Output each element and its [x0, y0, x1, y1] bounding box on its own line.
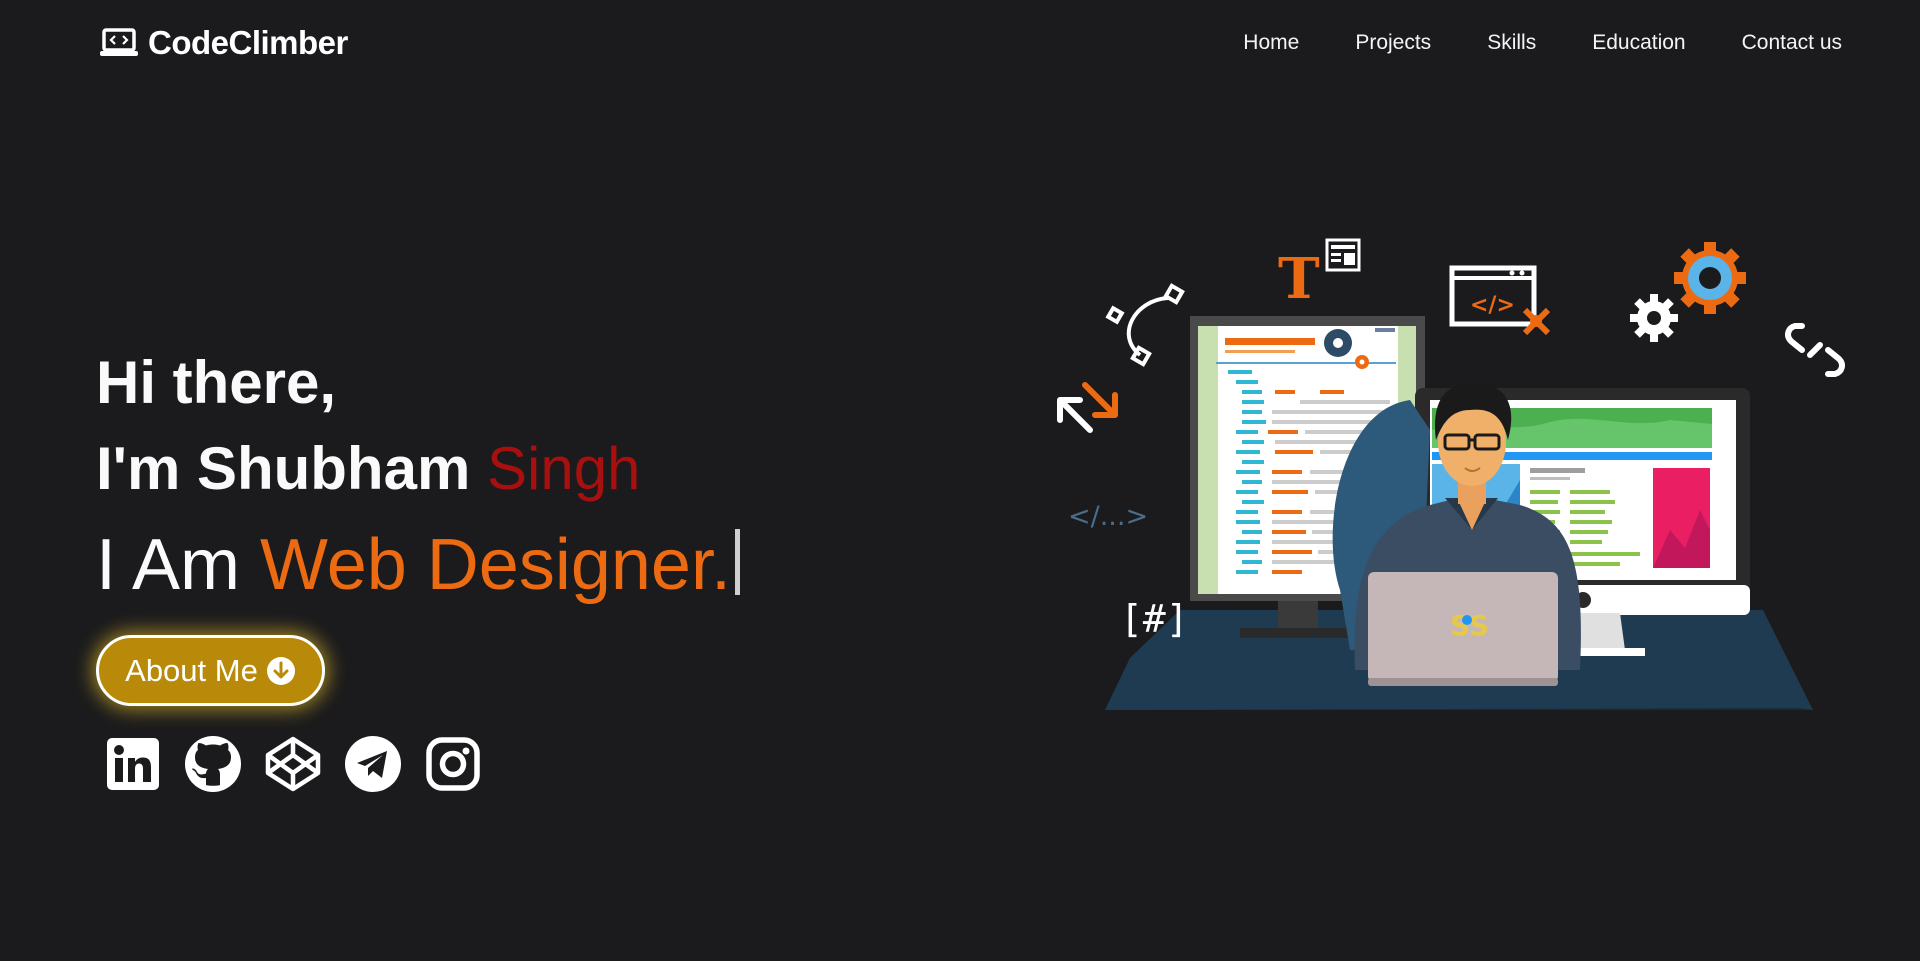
hero-greeting: Hi there, — [96, 349, 337, 416]
github-icon[interactable] — [184, 735, 242, 793]
laptop: SS — [1368, 572, 1558, 686]
nav-education[interactable]: Education — [1592, 31, 1685, 55]
hero-role-word: Web Designer. — [260, 525, 731, 605]
arrows-icon — [1057, 382, 1118, 433]
nav-contact[interactable]: Contact us — [1742, 31, 1842, 55]
bezier-curve-icon — [1105, 283, 1185, 367]
hero-intro-accent: Singh — [486, 435, 641, 502]
about-me-button[interactable]: About Me — [96, 635, 325, 706]
instagram-icon[interactable] — [424, 735, 482, 793]
code-window-icon: </> — [1449, 265, 1551, 336]
navbar: CodeClimber Home Projects Skills Educati… — [0, 0, 1920, 86]
link-icon — [1785, 323, 1845, 377]
codepen-icon[interactable] — [264, 735, 322, 793]
svg-text:T: T — [1278, 246, 1320, 312]
hero-role: I Am Web Designer. — [96, 516, 740, 614]
about-me-label: About Me — [125, 652, 258, 688]
hash-tag-text: [#] — [1120, 597, 1189, 641]
laptop-code-icon — [100, 28, 138, 56]
hero-intro: I'm Shubham Singh — [96, 426, 740, 512]
brand-logo[interactable]: CodeClimber — [100, 24, 348, 62]
brand-name: CodeClimber — [148, 24, 348, 61]
code-tag-text: </...> — [1068, 501, 1148, 532]
svg-text:</>: </> — [1470, 293, 1515, 318]
laptop-logo: SS — [1450, 609, 1489, 642]
hero-role-prefix: I Am — [96, 525, 261, 605]
arrow-down-circle-icon — [266, 656, 295, 685]
hero-text: Hi there, I'm Shubham Singh I Am Web Des… — [96, 340, 740, 614]
page: CodeClimber Home Projects Skills Educati… — [0, 0, 1920, 961]
nav-home[interactable]: Home — [1243, 31, 1299, 55]
gears-icon — [1630, 242, 1746, 342]
telegram-icon[interactable] — [344, 735, 402, 793]
developer-illustration: SS T </> </...> [#] — [1057, 238, 1845, 710]
hero-intro-prefix: I'm Shubham — [96, 435, 487, 502]
nav-links: Home Projects Skills Education Contact u… — [1243, 31, 1842, 55]
social-links — [104, 735, 482, 793]
typing-caret — [734, 529, 740, 595]
linkedin-icon[interactable] — [104, 735, 162, 793]
nav-projects[interactable]: Projects — [1355, 31, 1431, 55]
nav-skills[interactable]: Skills — [1487, 31, 1536, 55]
typography-icon: T — [1278, 238, 1361, 312]
